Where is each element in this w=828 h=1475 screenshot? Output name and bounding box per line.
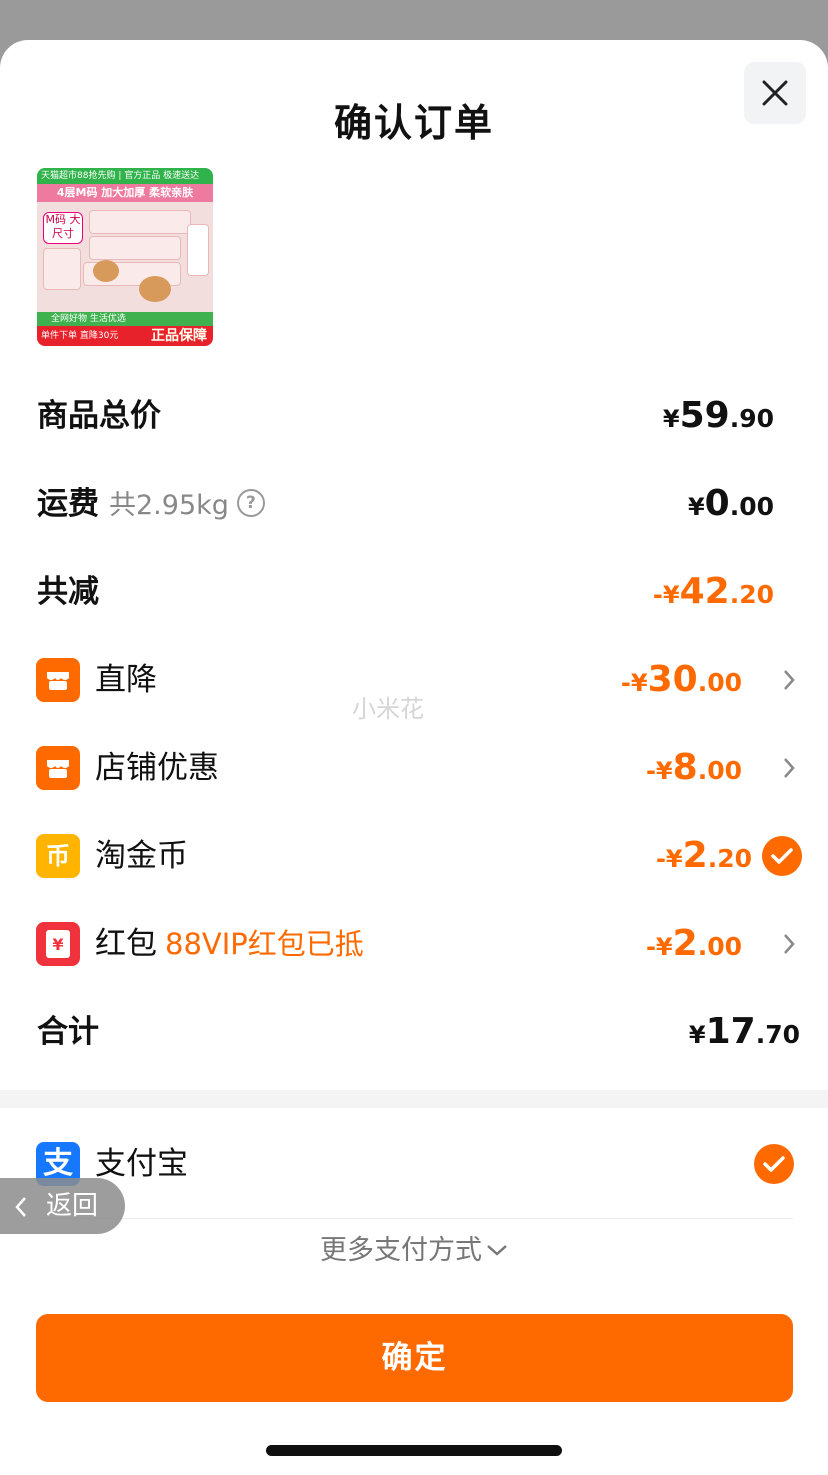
total-discount-value: -¥42.20 [652, 571, 774, 612]
back-button[interactable]: 返回 [0, 1178, 125, 1234]
shop-icon [36, 746, 80, 790]
close-button[interactable] [744, 62, 806, 124]
coins-value: -¥2.20 [655, 835, 752, 876]
total-discount-row: 共减 -¥42.20 [0, 562, 828, 622]
thumb-green-text: 全网好物 生活优选 [37, 312, 213, 326]
product-thumbnail[interactable]: 天猫超市88抢先购 | 官方正品 极速送达 4层M码 加大加厚 柔软亲肤 M码 … [37, 168, 213, 346]
thumb-red-bar: 单件下单 直降30元 正品保障 [37, 326, 213, 346]
shop-discount-label: 店铺优惠 [95, 750, 219, 786]
thumb-headline: 4层M码 加大加厚 柔软亲肤 [37, 184, 213, 202]
thumb-bear [139, 276, 171, 302]
sum-row: 合计 ¥17.70 [0, 1002, 828, 1062]
section-divider [0, 1090, 828, 1108]
total-discount-label: 共减 [37, 574, 99, 610]
chevron-right-icon [784, 934, 795, 954]
watermark: 小米花 [352, 695, 424, 723]
page-title: 确认订单 [333, 101, 494, 145]
chevron-right-icon [784, 758, 795, 778]
redpacket-row[interactable]: ¥ 红包 88VIP红包已抵 -¥2.00 [0, 914, 828, 974]
direct-drop-label: 直降 [95, 662, 157, 698]
home-indicator [266, 1445, 562, 1456]
shipping-label: 运费 共2.95kg? [37, 474, 265, 536]
shipping-weight: 共2.95kg [109, 490, 229, 521]
chevron-right-icon [784, 670, 795, 690]
sum-value: ¥17.70 [688, 1011, 800, 1052]
redpacket-label: 红包 88VIP红包已抵 [95, 926, 364, 962]
sum-label: 合计 [37, 1014, 99, 1050]
redpacket-icon: ¥ [36, 922, 80, 966]
chevron-down-icon [487, 1244, 507, 1256]
alipay-check-icon[interactable] [754, 1144, 794, 1184]
coins-row[interactable]: 币 淘金币 -¥2.20 [0, 826, 828, 886]
order-sheet: 确认订单 天猫超市88抢先购 | 官方正品 极速送达 4层M码 加大加厚 柔软亲… [0, 40, 828, 1475]
shipping-row: 运费 共2.95kg? ¥0.00 [0, 474, 828, 534]
thumb-red-badge: 正品保障 [151, 328, 207, 344]
coins-check-icon[interactable] [762, 836, 802, 876]
redpacket-note: 88VIP红包已抵 [165, 927, 364, 961]
thumb-pack [43, 248, 81, 290]
close-icon [762, 80, 788, 106]
goods-total-value: ¥59.90 [662, 395, 774, 436]
redpacket-value: -¥2.00 [645, 923, 742, 964]
chevron-left-icon [15, 1197, 26, 1217]
more-payment-button[interactable]: 更多支付方式 [0, 1228, 828, 1274]
thumb-top-text: 天猫超市88抢先购 | 官方正品 极速送达 [37, 168, 213, 184]
direct-drop-value: -¥30.00 [620, 659, 742, 700]
shop-icon [36, 658, 80, 702]
thumb-red-text: 单件下单 直降30元 [41, 331, 119, 341]
thumb-scroll [187, 224, 209, 276]
coin-icon: 币 [36, 834, 80, 878]
thumb-size-tag: M码 大尺寸 [43, 212, 83, 244]
confirm-button[interactable]: 确定 [36, 1314, 793, 1402]
shop-discount-row[interactable]: 店铺优惠 -¥8.00 [0, 738, 828, 798]
payment-divider [37, 1218, 793, 1219]
thumb-bear [93, 260, 119, 282]
coins-label: 淘金币 [95, 838, 188, 874]
help-icon[interactable]: ? [236, 488, 265, 517]
thumb-pack [89, 236, 181, 260]
goods-total-row: 商品总价 ¥59.90 [0, 386, 828, 446]
goods-total-label: 商品总价 [37, 398, 161, 434]
shipping-value: ¥0.00 [687, 483, 774, 524]
thumb-pack [89, 210, 191, 234]
back-label: 返回 [46, 1191, 99, 1221]
shop-discount-value: -¥8.00 [645, 747, 742, 788]
